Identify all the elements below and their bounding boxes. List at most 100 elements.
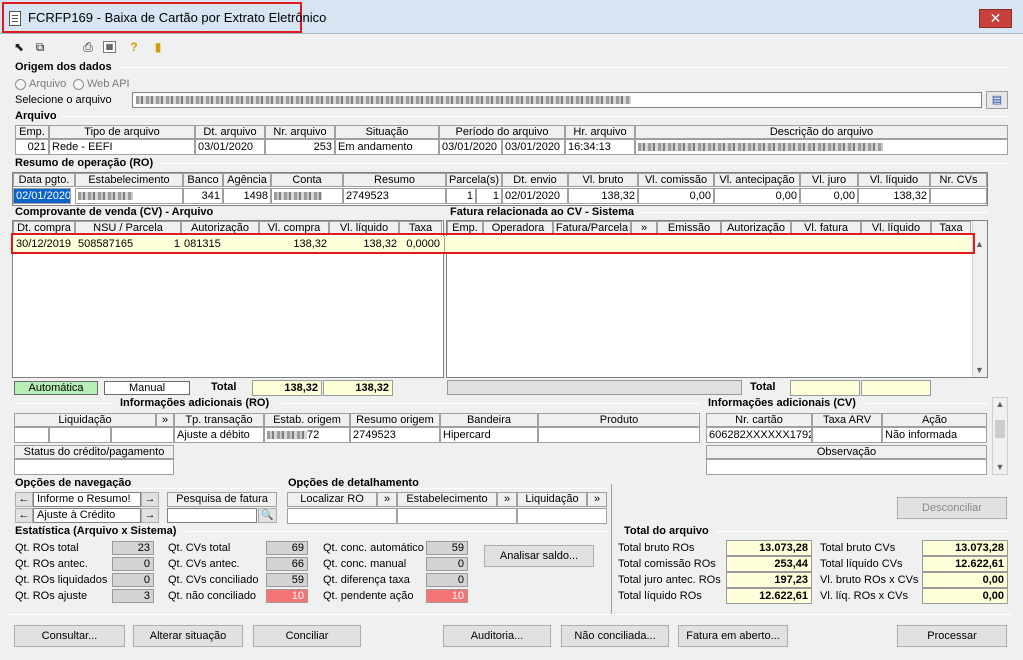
analisar-saldo-button[interactable]: Analisar saldo... [484,545,594,567]
cv-dt[interactable]: 30/12/2019 [16,238,71,250]
stat-label: Qt. conc. automático [323,542,424,554]
stats-title: Estatística (Arquivo x Sistema) [15,525,177,537]
info-cv-obs-value[interactable] [706,459,987,475]
stat-value: 0 [112,557,154,571]
estabelecimento-expand[interactable]: » [497,492,517,507]
stat-label: Qt. ROs total [15,542,79,554]
stat-value: 3 [112,589,154,603]
ro-col-antecipacao: Vl. antecipação [714,173,800,187]
estabelecimento-button[interactable]: Estabelecimento [397,492,497,507]
fatura-em-aberto-button[interactable]: Fatura em aberto... [678,625,788,647]
alterar-situacao-button[interactable]: Alterar situação [133,625,243,647]
stat-label: Qt. CVs antec. [168,558,240,570]
info-ro-estab-suffix: 72 [307,429,320,441]
total-label: Vl. bruto ROs x CVs [820,574,919,586]
ro-data-selected[interactable]: 02/01/2020 [13,188,71,204]
ro-title: Resumo de operação (RO) [15,157,154,169]
ro-juro: 0,00 [800,188,858,204]
total-label: Total líquido ROs [618,590,702,602]
arquivo-periodo-fim: 03/01/2020 [502,139,565,155]
fatura-separator [640,212,988,213]
info-cv-taxa [812,427,882,443]
nav-next-1-button[interactable]: → [141,492,159,507]
info-ro-bandeira: Hipercard [440,427,538,443]
info-cv-cartao: 606282XXXXXX1792 [706,427,812,443]
info-cv-col-acao: Ação [882,413,987,427]
stat-label: Qt. ROs liquidados [15,574,108,586]
desconciliar-button[interactable]: Desconciliar [897,497,1007,519]
help-icon[interactable]: ? [126,40,142,54]
ro-col-dt-envio: Dt. envio [502,173,568,187]
nav-prev-1-button[interactable]: ← [15,492,33,507]
info-ro-resumo: 2749523 [350,427,440,443]
ro-comissao: 0,00 [638,188,714,204]
nav-prev-2-button[interactable]: ← [15,508,33,523]
status-credito-value [14,459,174,475]
stat-value: 59 [266,573,308,587]
total-label: Total bruto CVs [820,542,896,554]
info-ro-col-resumo: Resumo origem [350,413,440,427]
automatica-button[interactable]: Automática [14,381,98,395]
ro-col-bruto: Vl. bruto [568,173,638,187]
localizar-ro-value[interactable] [287,508,397,524]
info-cv-title: Informações adicionais (CV) [708,397,856,409]
manual-button[interactable]: Manual [104,381,190,395]
localizar-ro-expand[interactable]: » [377,492,397,507]
ro-col-conta: Conta [271,173,343,187]
total-value: 13.073,28 [922,540,1008,556]
nao-conciliada-button[interactable]: Não conciliada... [561,625,669,647]
liquidacao-button[interactable]: Liquidação [517,492,587,507]
window-title: FCRFP169 - Baixa de Cartão por Extrato E… [28,10,327,25]
conciliar-button[interactable]: Conciliar [253,625,361,647]
nav-next-2-button[interactable]: → [141,508,159,523]
ro-antecipacao: 0,00 [714,188,800,204]
consultar-button[interactable]: Consultar... [14,625,125,647]
info-ro-sep-right [282,403,700,404]
print-icon[interactable]: ⎙ [80,40,96,54]
main-scroll-down-icon[interactable]: ▼ [992,462,1008,472]
browse-file-icon[interactable]: ▤ [986,91,1008,109]
cv-total-compra: 138,32 [252,380,322,396]
info-ro-col-expand[interactable]: » [156,413,174,427]
calculator-icon[interactable]: ▦ [103,41,116,53]
close-button[interactable]: ✕ [979,9,1012,28]
ro-bruto: 138,32 [568,188,638,204]
localizar-ro-button[interactable]: Localizar RO [287,492,377,507]
nav-ajuste-field[interactable]: Ajuste à Crédito [33,508,141,523]
fatura-hscrollbar[interactable] [447,380,742,395]
liquidacao-value[interactable] [517,508,607,524]
radio-arquivo[interactable] [15,79,26,90]
info-ro-title: Informações adicionais (RO) [120,397,270,409]
estabelecimento-value[interactable] [397,508,517,524]
processar-button[interactable]: Processar [897,625,1007,647]
cv-autorizacao: 081315 [184,238,221,250]
main-scroll-up-icon[interactable]: ▲ [992,399,1008,409]
nav-resumo-field[interactable]: Informe o Resumo! [33,492,141,507]
total-label: Total juro antec. ROs [618,574,721,586]
main-scroll-thumb[interactable] [995,420,1005,438]
search-fatura-icon[interactable]: 🔍 [258,508,277,523]
fatura-total-liquido [861,380,931,396]
ro-col-liquido: Vl. líquido [858,173,930,187]
arquivo-periodo-inicio: 03/01/2020 [439,139,502,155]
search-fatura-input[interactable] [167,508,257,523]
stat-label: Qt. diferença taxa [323,574,410,586]
radio-webapi[interactable] [73,79,84,90]
auditoria-button[interactable]: Auditoria... [443,625,551,647]
import-icon[interactable]: ⬉ [11,40,27,54]
file-path-input[interactable] [132,92,982,108]
total-label: Total bruto ROs [618,542,695,554]
arquivo-title: Arquivo [15,110,57,122]
total-value: 0,00 [922,588,1008,604]
export-icon[interactable]: ⧉ [32,40,48,54]
scroll-down-icon[interactable]: ▼ [972,365,987,375]
arquivo-tipo: Rede - EEFI [49,139,195,155]
exit-icon[interactable]: ▮ [150,40,166,54]
search-fatura-label: Pesquisa de fatura [167,492,277,507]
origem-separator [120,67,1010,68]
origem-title: Origem dos dados [15,61,112,73]
arquivo-separator [62,116,1010,117]
liquidacao-expand[interactable]: » [587,492,607,507]
info-cv-col-cartao: Nr. cartão [706,413,812,427]
arquivo-col-tipo: Tipo de arquivo [49,125,195,139]
